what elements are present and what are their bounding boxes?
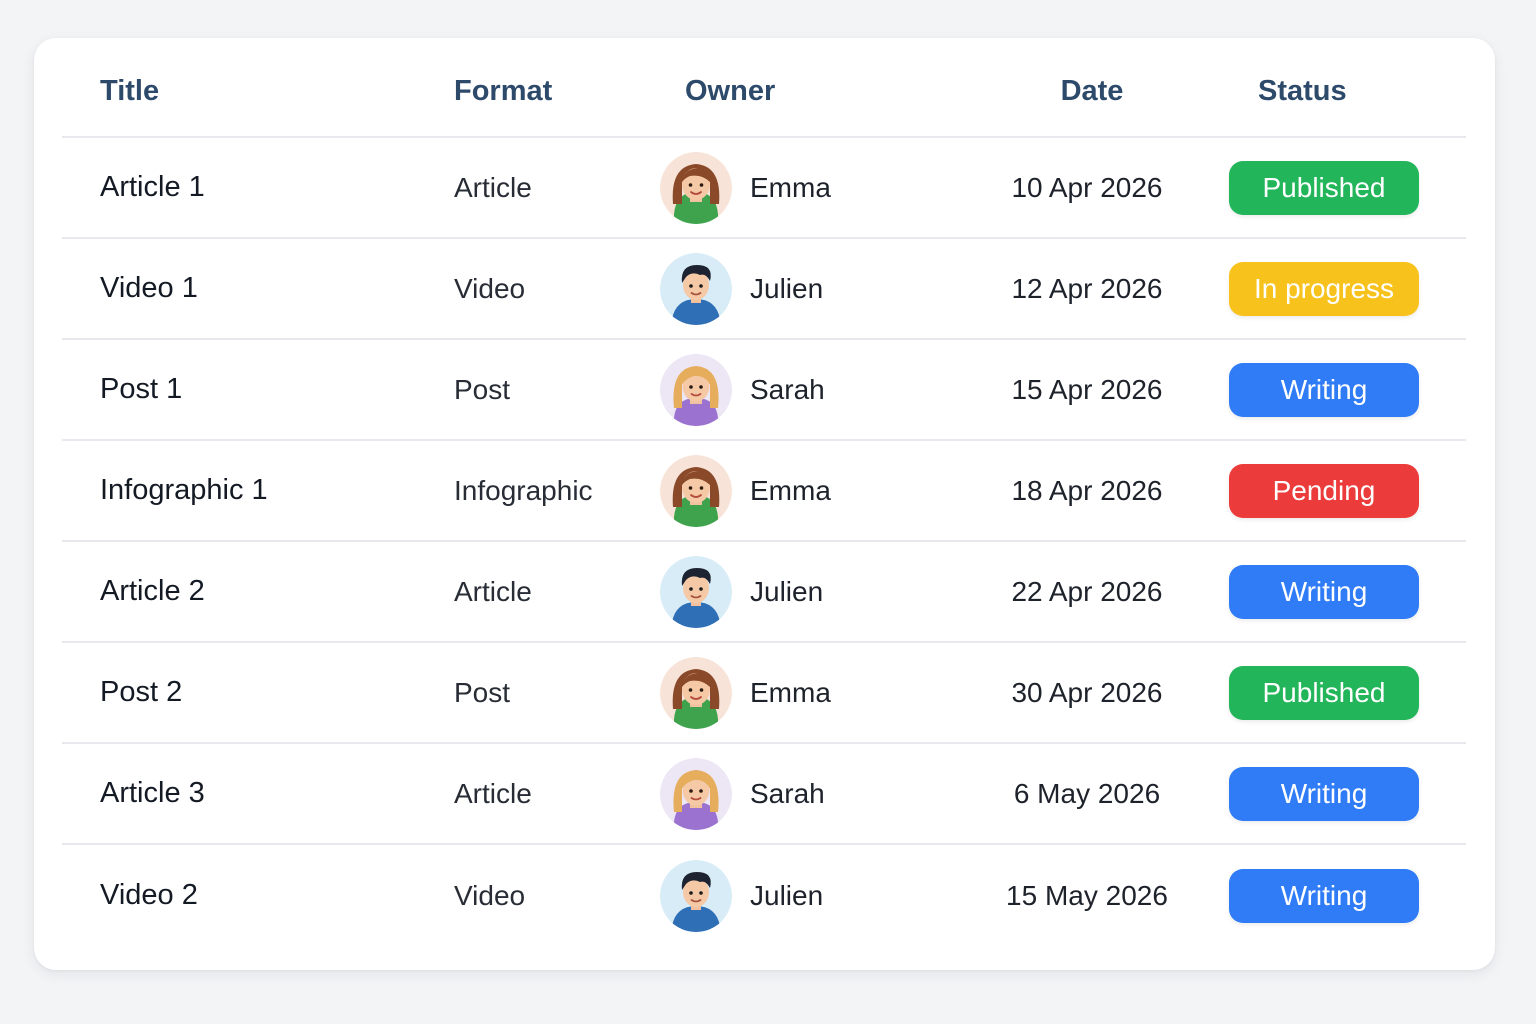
row-owner: Emma bbox=[750, 171, 831, 203]
content-table-card: Title Format Owner Date Status Article 1… bbox=[34, 38, 1495, 970]
column-header-owner[interactable]: Owner bbox=[685, 38, 775, 140]
row-owner: Emma bbox=[750, 474, 831, 506]
row-title: Article 1 bbox=[100, 171, 205, 203]
row-format: Video bbox=[454, 272, 526, 304]
table-row[interactable]: Video 2 Video Julien 15 May 2026 Writing bbox=[62, 845, 1466, 946]
status-badge[interactable]: Writing bbox=[1229, 868, 1419, 923]
row-owner: Julien bbox=[750, 879, 824, 911]
row-date: 10 Apr 2026 bbox=[1011, 171, 1163, 203]
table-body: Article 1 Article Emma 10 Apr 2026 Publi… bbox=[62, 138, 1466, 946]
status-badge[interactable]: Writing bbox=[1229, 766, 1419, 821]
row-title: Article 2 bbox=[100, 575, 205, 607]
row-format: Article bbox=[454, 171, 532, 203]
table-row[interactable]: Article 2 Article Julien 22 Apr 2026 Wri… bbox=[62, 542, 1466, 643]
status-badge[interactable]: Writing bbox=[1229, 362, 1419, 417]
row-date: 6 May 2026 bbox=[1013, 777, 1161, 809]
table-row[interactable]: Infographic 1 Infographic Emma 18 Apr 20… bbox=[62, 441, 1466, 542]
row-title: Video 2 bbox=[100, 879, 198, 911]
row-title: Article 3 bbox=[100, 777, 205, 809]
row-format: Article bbox=[454, 575, 532, 607]
column-header-format[interactable]: Format bbox=[454, 38, 552, 140]
row-format: Article bbox=[454, 777, 532, 809]
table-row[interactable]: Post 2 Post Emma 30 Apr 2026 Published bbox=[62, 643, 1466, 744]
row-owner: Julien bbox=[750, 272, 824, 304]
table-header: Title Format Owner Date Status bbox=[62, 38, 1466, 138]
table-row[interactable]: Article 3 Article Sarah 6 May 2026 Writi… bbox=[62, 744, 1466, 845]
content-table: Title Format Owner Date Status Article 1… bbox=[62, 38, 1466, 946]
woman-brown-hair-avatar bbox=[660, 151, 732, 224]
row-date: 15 Apr 2026 bbox=[1011, 373, 1163, 405]
row-owner: Sarah bbox=[750, 373, 825, 405]
row-owner: Julien bbox=[750, 575, 824, 607]
woman-blonde-hair-avatar bbox=[660, 353, 732, 426]
row-owner: Emma bbox=[750, 676, 831, 708]
man-dark-hair-avatar bbox=[660, 252, 732, 325]
row-format: Post bbox=[454, 373, 511, 405]
row-date: 18 Apr 2026 bbox=[1011, 474, 1163, 506]
man-dark-hair-avatar bbox=[660, 555, 732, 628]
status-badge[interactable]: Writing bbox=[1229, 564, 1419, 619]
row-title: Video 1 bbox=[100, 272, 198, 304]
status-badge[interactable]: Published bbox=[1229, 160, 1419, 215]
row-format: Post bbox=[454, 676, 511, 708]
row-owner: Sarah bbox=[750, 777, 825, 809]
status-badge[interactable]: In progress bbox=[1229, 261, 1419, 316]
row-format: Video bbox=[454, 879, 526, 911]
row-title: Post 2 bbox=[100, 676, 183, 708]
row-date: 15 May 2026 bbox=[1006, 879, 1168, 911]
table-row[interactable]: Post 1 Post Sarah 15 Apr 2026 Writing bbox=[62, 340, 1466, 441]
table-row[interactable]: Article 1 Article Emma 10 Apr 2026 Publi… bbox=[62, 138, 1466, 239]
man-dark-hair-avatar bbox=[660, 859, 732, 932]
woman-brown-hair-avatar bbox=[660, 454, 732, 527]
woman-brown-hair-avatar bbox=[660, 656, 732, 729]
column-header-status[interactable]: Status bbox=[1258, 38, 1347, 140]
row-date: 12 Apr 2026 bbox=[1011, 272, 1163, 304]
column-header-title[interactable]: Title bbox=[100, 38, 159, 140]
column-header-date[interactable]: Date bbox=[962, 38, 1222, 140]
row-date: 22 Apr 2026 bbox=[1011, 575, 1163, 607]
woman-blonde-hair-avatar bbox=[660, 757, 732, 830]
row-title: Post 1 bbox=[100, 373, 183, 405]
table-row[interactable]: Video 1 Video Julien 12 Apr 2026 In prog… bbox=[62, 239, 1466, 340]
row-date: 30 Apr 2026 bbox=[1011, 676, 1163, 708]
status-badge[interactable]: Published bbox=[1229, 665, 1419, 720]
row-title: Infographic 1 bbox=[100, 474, 268, 506]
status-badge[interactable]: Pending bbox=[1229, 463, 1419, 518]
row-format: Infographic bbox=[454, 474, 593, 506]
